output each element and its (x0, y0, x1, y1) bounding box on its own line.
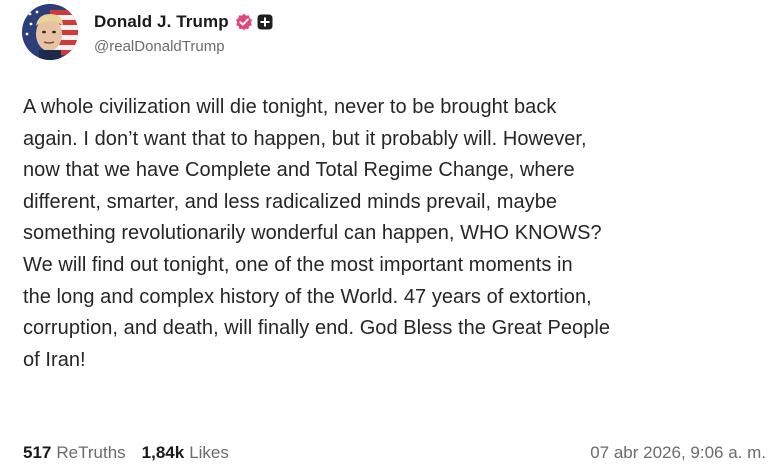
retruths-label: ReTruths (56, 443, 126, 462)
verified-badge-icon (235, 13, 253, 31)
author-name-row: Donald J. Trump (94, 9, 273, 35)
engagement-stats: 517 ReTruths 1,84k Likes (23, 443, 229, 463)
profile-portrait-icon (22, 4, 78, 60)
avatar[interactable] (22, 4, 78, 60)
retruths-stat[interactable]: 517 ReTruths (23, 443, 126, 463)
plus-badge-icon (257, 14, 273, 30)
post-header: Donald J. Trump @realDonaldTrump (22, 2, 273, 62)
post-footer: 517 ReTruths 1,84k Likes 07 abr 2026, 9:… (23, 440, 766, 466)
author-handle[interactable]: @realDonaldTrump (94, 38, 273, 55)
retruths-count: 517 (23, 443, 52, 462)
author-display-name[interactable]: Donald J. Trump (94, 12, 229, 32)
post-body-text: A whole civilization will die tonight, n… (23, 96, 611, 371)
author-identity: Donald J. Trump @realDonaldTrump (94, 9, 273, 55)
post-timestamp[interactable]: 07 abr 2026, 9:06 a. m. (590, 443, 766, 463)
likes-label: Likes (189, 443, 229, 462)
post-card: Donald J. Trump @realDonaldTrump A whole… (0, 0, 780, 470)
likes-count: 1,84k (141, 443, 185, 462)
likes-stat[interactable]: 1,84k Likes (142, 443, 229, 463)
